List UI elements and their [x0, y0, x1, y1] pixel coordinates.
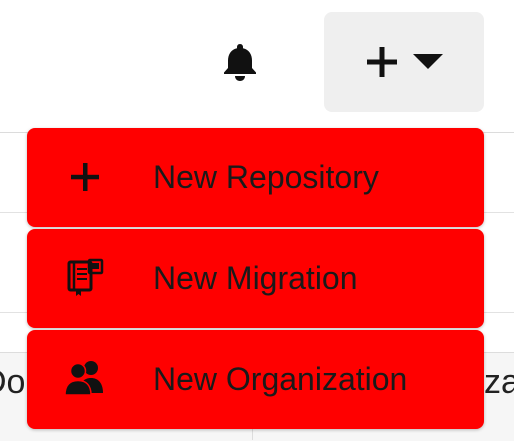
- plus-icon: [71, 163, 99, 191]
- background-text-fragment: zat: [484, 363, 514, 401]
- menu-item-label: New Migration: [153, 260, 358, 296]
- top-header: [0, 0, 514, 133]
- menu-item-new-repository[interactable]: New Repository: [27, 128, 484, 227]
- create-new-dropdown-button[interactable]: [324, 12, 484, 112]
- caret-down-icon: [413, 54, 443, 69]
- menu-item-label: New Repository: [153, 159, 379, 195]
- menu-item-new-organization[interactable]: New Organization: [27, 330, 484, 429]
- bell-icon[interactable]: [218, 40, 262, 84]
- menu-item-new-migration[interactable]: New Migration: [27, 229, 484, 328]
- plus-icon: [367, 47, 397, 77]
- migration-book-icon: [67, 258, 104, 296]
- menu-item-label: New Organization: [153, 361, 408, 397]
- organization-people-icon: [65, 361, 103, 396]
- background-text-fragment: Do: [0, 363, 24, 401]
